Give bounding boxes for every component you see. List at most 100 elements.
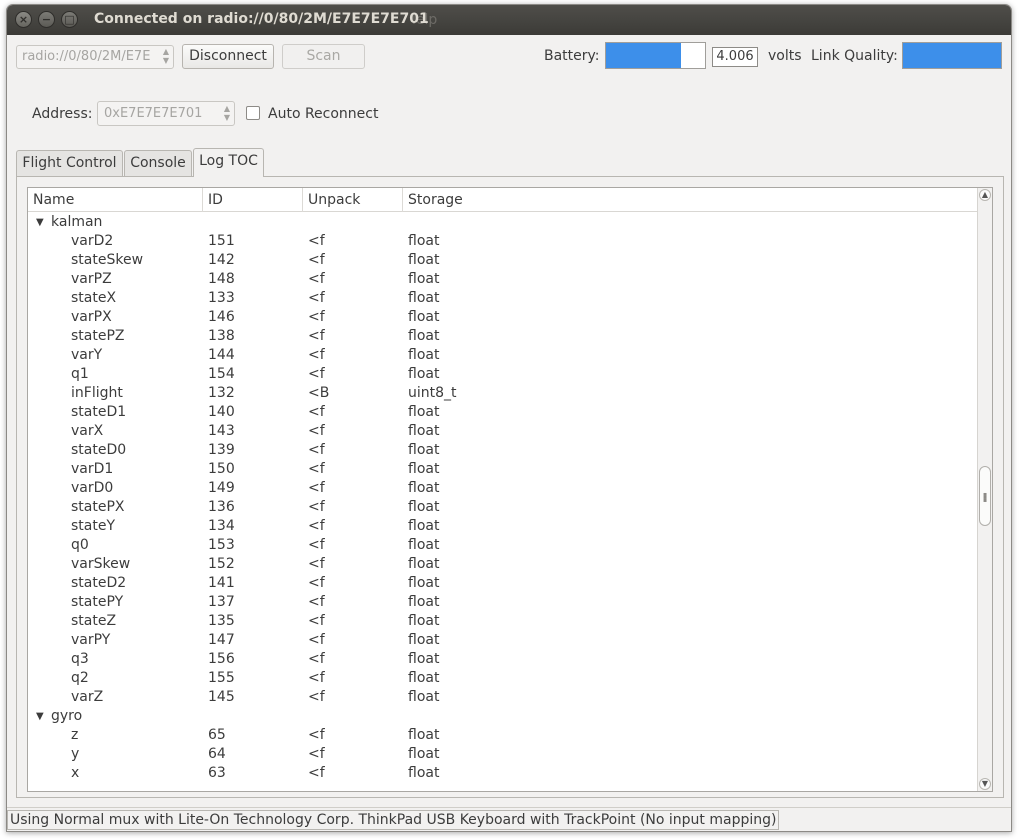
table-row[interactable]: varX 143 <f float <box>28 422 978 441</box>
table-row[interactable]: stateY 134 <f float <box>28 517 978 536</box>
cell-name: varY <box>71 347 103 363</box>
cell-unpack: <f <box>308 613 325 629</box>
table-row[interactable]: statePY 137 <f float <box>28 593 978 612</box>
cell-name: varPZ <box>71 271 112 287</box>
table-row[interactable]: statePX 136 <f float <box>28 498 978 517</box>
tree-group-kalman[interactable]: ▼ kalman <box>28 213 978 232</box>
cell-unpack: <f <box>308 404 325 420</box>
cell-id: 155 <box>208 670 235 686</box>
table-row[interactable]: varSkew 152 <f float <box>28 555 978 574</box>
cell-storage: float <box>408 727 440 743</box>
table-row[interactable]: varPZ 148 <f float <box>28 270 978 289</box>
tree-group-gyro[interactable]: ▼ gyro <box>28 707 978 726</box>
scroll-down-icon[interactable]: ▼ <box>979 778 991 790</box>
cell-name: z <box>71 727 79 743</box>
status-bar: Using Normal mux with Lite-On Technology… <box>7 807 1011 831</box>
table-row[interactable]: stateZ 135 <f float <box>28 612 978 631</box>
cell-name: stateD1 <box>71 404 127 420</box>
cell-unpack: <f <box>308 651 325 667</box>
table-row[interactable]: varD1 150 <f float <box>28 460 978 479</box>
column-header-unpack[interactable]: Unpack <box>303 188 403 212</box>
column-header-id[interactable]: ID <box>203 188 303 212</box>
table-row[interactable]: stateD0 139 <f float <box>28 441 978 460</box>
table-row[interactable]: inFlight 132 <B uint8_t <box>28 384 978 403</box>
column-header-storage[interactable]: Storage <box>403 188 978 212</box>
cell-storage: float <box>408 328 440 344</box>
cell-unpack: <f <box>308 366 325 382</box>
cell-id: 65 <box>208 727 226 743</box>
tab-console[interactable]: Console <box>124 150 192 176</box>
cell-unpack: <f <box>308 328 325 344</box>
cell-storage: float <box>408 252 440 268</box>
tab-log-toc[interactable]: Log TOC <box>193 148 264 177</box>
expand-triangle-icon[interactable]: ▼ <box>36 213 44 232</box>
table-row[interactable]: q0 153 <f float <box>28 536 978 555</box>
table-row[interactable]: stateD2 141 <f float <box>28 574 978 593</box>
cell-id: 140 <box>208 404 235 420</box>
table-row[interactable]: varD0 149 <f float <box>28 479 978 498</box>
table-row[interactable]: varY 144 <f float <box>28 346 978 365</box>
column-header-name[interactable]: Name <box>28 188 203 212</box>
cell-storage: float <box>408 366 440 382</box>
cell-unpack: <f <box>308 765 325 781</box>
cell-unpack: <f <box>308 727 325 743</box>
battery-level-bar <box>605 42 706 69</box>
cell-unpack: <f <box>308 537 325 553</box>
table-row[interactable]: q3 156 <f float <box>28 650 978 669</box>
cell-unpack: <f <box>308 670 325 686</box>
auto-reconnect-label[interactable]: Auto Reconnect <box>268 106 378 122</box>
table-row[interactable]: varD2 151 <f float <box>28 232 978 251</box>
cell-storage: float <box>408 632 440 648</box>
cell-storage: float <box>408 499 440 515</box>
cell-storage: float <box>408 689 440 705</box>
auto-reconnect-checkbox[interactable] <box>246 106 260 120</box>
scroll-up-icon[interactable]: ▲ <box>979 189 991 201</box>
table-row[interactable]: varZ 145 <f float <box>28 688 978 707</box>
table-row[interactable]: statePZ 138 <f float <box>28 327 978 346</box>
cell-storage: float <box>408 347 440 363</box>
close-window-button[interactable]: × <box>15 11 32 28</box>
address-input[interactable]: 0xE7E7E7E701 ▲ ▼ <box>97 101 235 126</box>
table-row[interactable]: z 65 <f float <box>28 726 978 745</box>
table-row[interactable]: y 64 <f float <box>28 745 978 764</box>
cell-unpack: <f <box>308 518 325 534</box>
table-row[interactable]: q2 155 <f float <box>28 669 978 688</box>
battery-level-fill <box>606 43 682 68</box>
cell-storage: float <box>408 651 440 667</box>
table-row[interactable]: stateSkew 142 <f float <box>28 251 978 270</box>
log-toc-tree[interactable]: Name ID Unpack Storage ▼ kalman varD2 151 <f… <box>27 187 993 792</box>
cell-id: 63 <box>208 765 226 781</box>
link-quality-fill <box>903 43 1001 68</box>
cell-storage: float <box>408 423 440 439</box>
spin-arrows-icon: ▲ ▼ <box>223 104 230 122</box>
cell-id: 138 <box>208 328 235 344</box>
cell-unpack: <f <box>308 461 325 477</box>
cell-id: 147 <box>208 632 235 648</box>
cell-name: varZ <box>71 689 104 705</box>
tab-flight-control[interactable]: Flight Control <box>16 150 123 176</box>
table-row[interactable]: x 63 <f float <box>28 764 978 783</box>
disconnect-button[interactable]: Disconnect <box>182 44 274 69</box>
main-window: × − □ lelp Connected on radio://0/80/2M/… <box>6 4 1012 832</box>
cell-unpack: <f <box>308 347 325 363</box>
cell-unpack: <f <box>308 233 325 249</box>
minimize-window-button[interactable]: − <box>38 11 55 28</box>
cell-unpack: <f <box>308 556 325 572</box>
table-row[interactable]: varPY 147 <f float <box>28 631 978 650</box>
expand-triangle-icon[interactable]: ▼ <box>36 707 44 726</box>
cell-storage: float <box>408 290 440 306</box>
cell-storage: float <box>408 271 440 287</box>
cell-name: statePX <box>71 499 125 515</box>
radio-uri-select[interactable]: radio://0/80/2M/E7E ▲ ▼ <box>16 45 174 69</box>
table-row[interactable]: varPX 146 <f float <box>28 308 978 327</box>
group-name: gyro <box>51 708 83 724</box>
table-row[interactable]: q1 154 <f float <box>28 365 978 384</box>
scrollbar-thumb[interactable]: ▪ ▪ ▪ <box>979 466 991 526</box>
vertical-scrollbar[interactable]: ▲ ▪ ▪ ▪ ▼ <box>977 188 992 791</box>
table-row[interactable]: stateD1 140 <f float <box>28 403 978 422</box>
table-row[interactable]: stateX 133 <f float <box>28 289 978 308</box>
scan-button[interactable]: Scan <box>282 44 365 69</box>
maximize-window-button[interactable]: □ <box>61 11 78 28</box>
tree-rows: ▼ kalman varD2 151 <f float stateSkew 142 <f floa… <box>28 213 978 783</box>
cell-id: 135 <box>208 613 235 629</box>
